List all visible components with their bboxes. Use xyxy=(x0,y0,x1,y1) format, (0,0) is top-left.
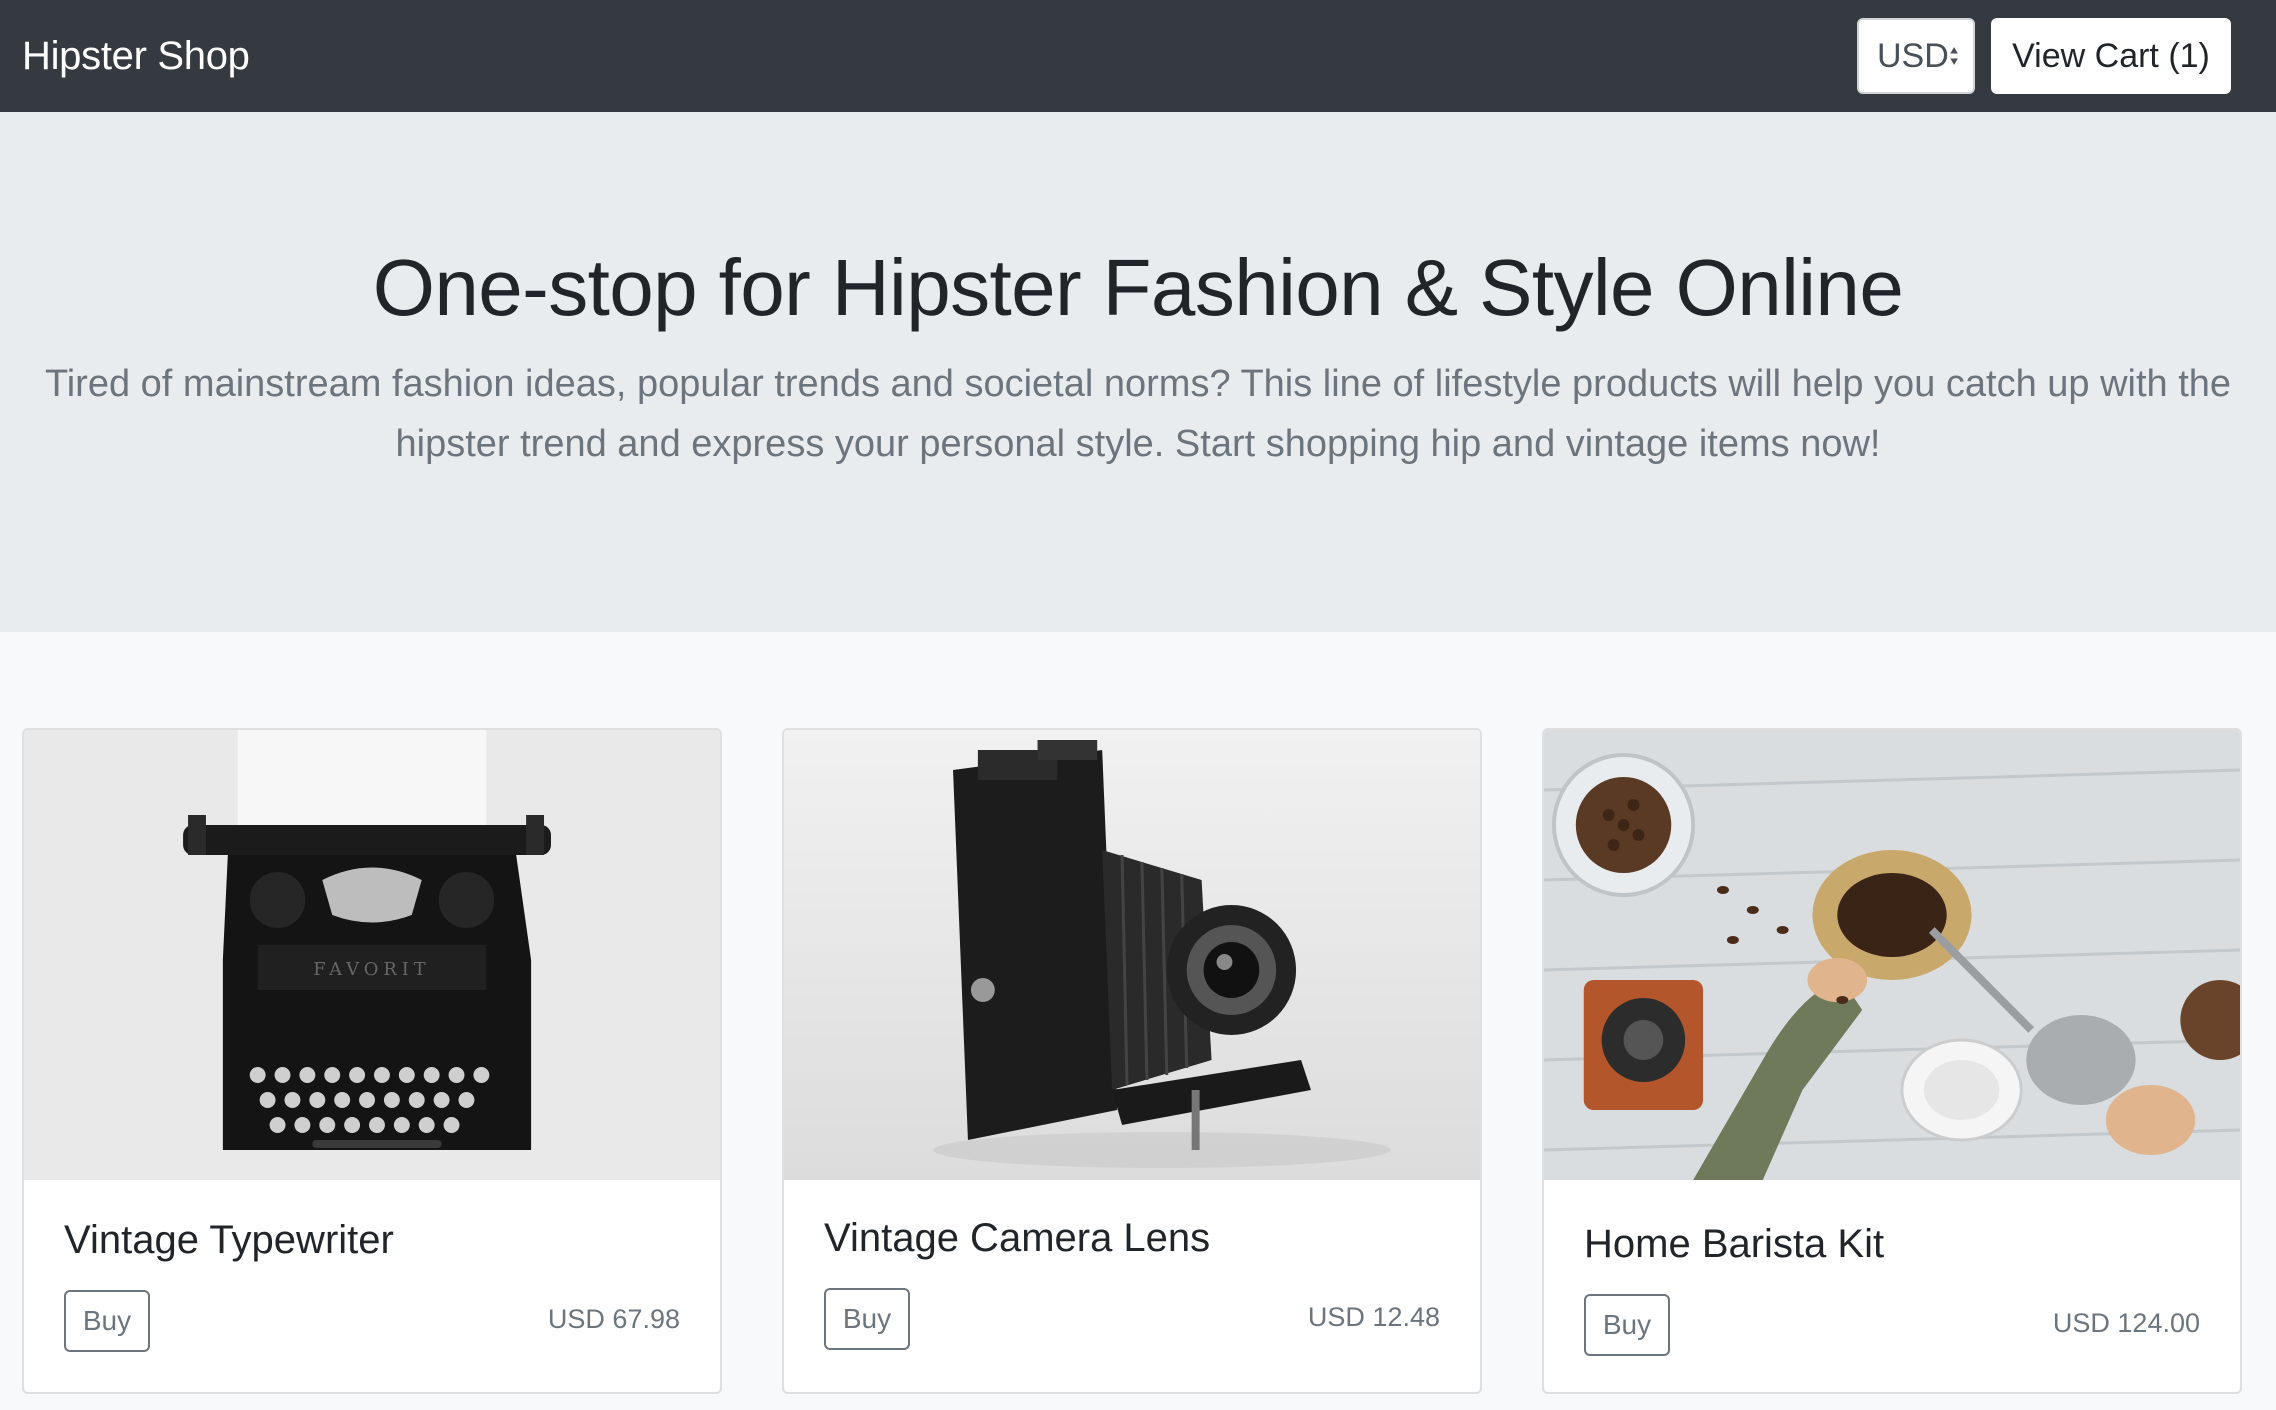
currency-select[interactable]: USD xyxy=(1857,18,1975,94)
svg-text:FAVORIT: FAVORIT xyxy=(313,959,430,980)
barista-kit-image[interactable] xyxy=(1544,730,2240,1180)
buy-button[interactable]: Buy xyxy=(64,1290,150,1352)
product-price: USD 124.00 xyxy=(2052,1308,2200,1338)
brand-logo-link[interactable]: Hipster Shop xyxy=(22,34,250,79)
product-price: USD 67.98 xyxy=(547,1304,680,1334)
product-card: Vintage Camera Lens Buy USD 12.48 xyxy=(782,728,1482,1394)
hero-subtitle: Tired of mainstream fashion ideas, popul… xyxy=(44,363,2232,465)
sort-arrows-icon xyxy=(1950,47,1958,65)
product-card: FAVORIT Vintage Typewriter Buy USD 67.98 xyxy=(22,728,722,1394)
product-name[interactable]: Vintage Camera Lens xyxy=(824,1216,1210,1261)
product-price: USD 12.48 xyxy=(1307,1302,1440,1332)
top-navbar: Hipster Shop USD View Cart (1) xyxy=(0,0,2276,112)
typewriter-image[interactable]: FAVORIT xyxy=(24,730,720,1180)
product-card: Home Barista Kit Buy USD 124.00 xyxy=(1542,728,2242,1394)
product-grid: FAVORIT Vintage Typewriter Buy USD 67.98 xyxy=(0,632,2276,1410)
camera-image[interactable] xyxy=(784,730,1480,1180)
currency-select-value: USD xyxy=(1877,36,1949,75)
product-name[interactable]: Home Barista Kit xyxy=(1584,1222,1884,1267)
navbar-actions: USD View Cart (1) xyxy=(1857,18,2231,94)
view-cart-button[interactable]: View Cart (1) xyxy=(1991,18,2231,94)
hero-title: One-stop for Hipster Fashion & Style Onl… xyxy=(372,243,1904,332)
hero-banner: One-stop for Hipster Fashion & Style Onl… xyxy=(0,112,2276,632)
buy-button[interactable]: Buy xyxy=(824,1288,910,1350)
product-name[interactable]: Vintage Typewriter xyxy=(64,1218,394,1263)
buy-button[interactable]: Buy xyxy=(1584,1294,1670,1356)
